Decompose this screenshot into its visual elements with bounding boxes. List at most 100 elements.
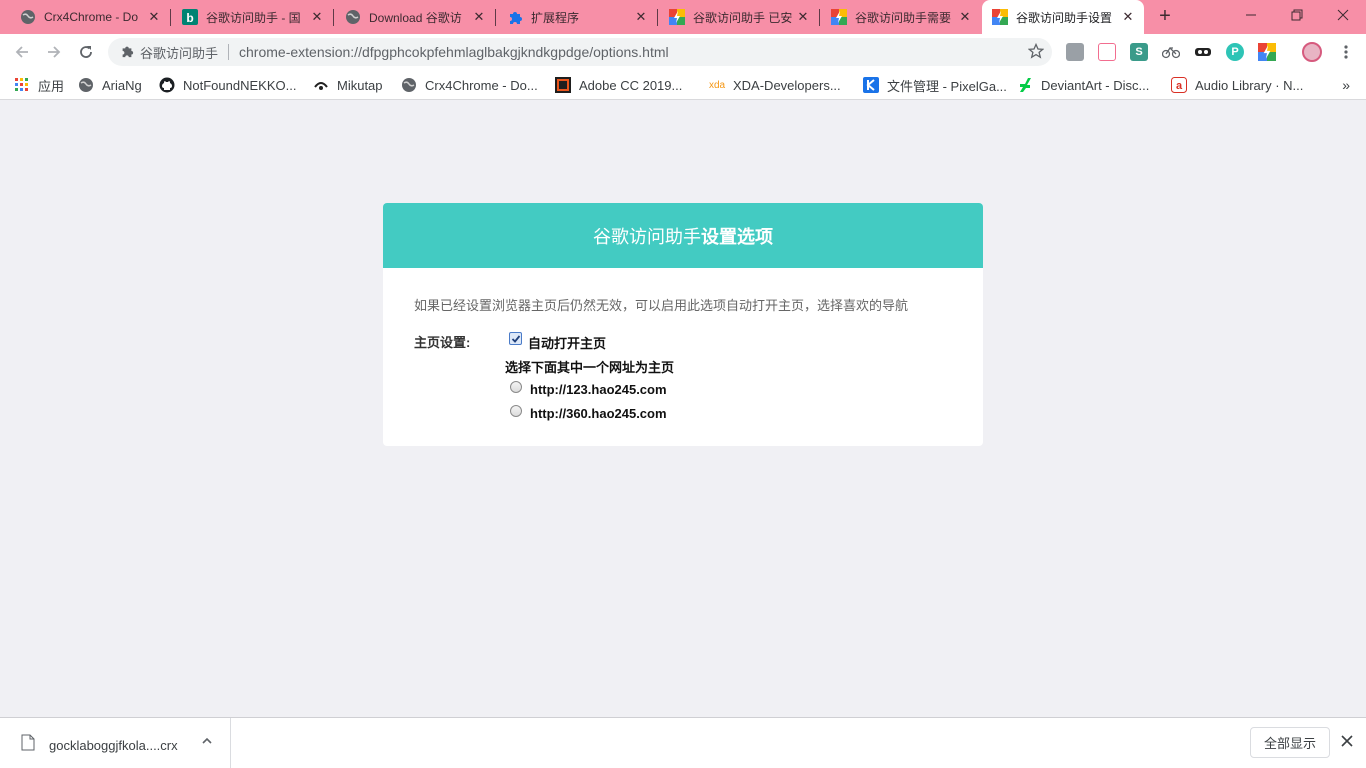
extension-toolbar-icon[interactable] [1066, 43, 1084, 61]
bookmark-label: 应用 [38, 78, 65, 94]
extension-mask-icon[interactable] [1194, 43, 1212, 61]
globe-icon [345, 9, 361, 25]
tab-title: 扩展程序 [531, 10, 580, 25]
bookmark-xda[interactable]: xda XDA-Developers... [709, 76, 841, 94]
tab-strip: Crx4Chrome - Do ✕ b 谷歌访问助手 - 国 ✕ Downloa… [0, 0, 1366, 34]
extension-p-icon[interactable]: P [1226, 43, 1244, 61]
bookmark-label: Crx4Chrome - Do... [425, 77, 538, 93]
close-icon[interactable]: ✕ [795, 9, 811, 25]
helper-icon [669, 9, 685, 25]
auto-open-label[interactable]: 自动打开主页 [528, 333, 606, 352]
github-icon [159, 77, 175, 93]
tab-crx4chrome[interactable]: Crx4Chrome - Do ✕ [0, 0, 171, 34]
bookmark-adobe[interactable]: Adobe CC 2019... [555, 76, 682, 94]
options-header: 谷歌访问助手 设置选项 [383, 203, 983, 268]
adobe-icon [555, 77, 571, 93]
forward-button[interactable] [42, 40, 66, 64]
bookmark-crx4chrome[interactable]: Crx4Chrome - Do... [401, 76, 538, 94]
extension-s-icon[interactable]: S [1130, 43, 1148, 61]
close-icon[interactable]: ✕ [471, 9, 487, 25]
bookmarks-overflow-button[interactable]: » [1342, 77, 1350, 93]
minimize-icon [1246, 14, 1256, 16]
close-window-button[interactable] [1320, 0, 1366, 30]
download-filename: gocklaboggjfkola....crx [49, 738, 178, 753]
bookmark-label: DeviantArt - Disc... [1041, 77, 1150, 93]
download-item[interactable]: gocklaboggjfkola....crx [0, 718, 231, 768]
options-panel: 谷歌访问助手 设置选项 如果已经设置浏览器主页后仍然无效，可以启用此选项自动打开主… [383, 203, 983, 446]
header-title-bold: 设置选项 [701, 226, 773, 247]
close-icon[interactable]: ✕ [957, 9, 973, 25]
choose-homepage-label: 选择下面其中一个网址为主页 [505, 360, 675, 375]
extension-helper-icon[interactable] [1258, 43, 1276, 61]
more-vert-icon [1344, 45, 1348, 59]
close-icon[interactable]: ✕ [633, 9, 649, 25]
bookmark-label: NotFoundNEKKO... [183, 77, 297, 93]
homepage-radio-123[interactable] [510, 381, 522, 393]
bookmark-label: AriaNg [102, 77, 142, 93]
globe-icon [20, 9, 36, 25]
profile-avatar[interactable] [1302, 42, 1322, 62]
reload-icon [80, 46, 92, 58]
globe-icon [78, 77, 94, 93]
helper-icon [831, 9, 847, 25]
show-all-downloads-button[interactable]: 全部显示 [1250, 727, 1330, 758]
homepage-option-label[interactable]: http://123.hao245.com [530, 382, 667, 397]
tab-helper-settings[interactable]: 谷歌访问助手设置 ✕ [982, 0, 1144, 34]
bookmark-audio-library[interactable]: a Audio Library · N... [1171, 76, 1303, 94]
tab-title: 谷歌访问助手 已安 [693, 10, 793, 25]
extension-bilibili-icon[interactable] [1098, 43, 1116, 61]
tab-title: Download 谷歌访 [369, 10, 462, 25]
chevron-up-icon[interactable] [200, 734, 214, 751]
mikutap-icon [313, 77, 329, 93]
close-icon[interactable] [1340, 734, 1354, 751]
svg-text:a: a [1176, 80, 1183, 92]
divider [228, 44, 230, 60]
bookmarks-bar: 应用 AriaNg NotFoundNEKKO... Mikutap Crx4C… [0, 70, 1366, 100]
bookmark-github[interactable]: NotFoundNEKKO... [159, 76, 296, 94]
bookmark-pixelgame[interactable]: 文件管理 - PixelGa... [863, 76, 1007, 94]
minimize-button[interactable] [1228, 0, 1274, 30]
url-text[interactable]: chrome-extension://dfpgphcokpfehmlaglbak… [239, 44, 669, 60]
extension-bike-icon[interactable] [1162, 43, 1180, 61]
file-icon [21, 734, 35, 754]
close-icon[interactable]: ✕ [309, 9, 325, 25]
arrow-left-icon [15, 46, 28, 58]
auto-open-checkbox[interactable] [509, 332, 522, 345]
bookmark-apps[interactable]: 应用 [14, 76, 64, 94]
apps-icon [14, 77, 30, 93]
bing-icon: b [182, 9, 198, 25]
back-button[interactable] [10, 40, 34, 64]
tab-title: 谷歌访问助手设置 [1016, 10, 1113, 25]
checkmark-icon [511, 334, 520, 343]
restore-button[interactable] [1274, 0, 1320, 30]
homepage-setting-label: 主页设置: [414, 335, 471, 350]
homepage-radio-360[interactable] [510, 405, 522, 417]
tab-bing[interactable]: b 谷歌访问助手 - 国 ✕ [170, 0, 334, 34]
homepage-option-label[interactable]: http://360.hao245.com [530, 406, 667, 421]
bookmark-star-icon[interactable] [1027, 42, 1045, 62]
bookmark-ariang[interactable]: AriaNg [78, 76, 142, 94]
tab-helper-required[interactable]: 谷歌访问助手需要 ✕ [819, 0, 981, 34]
tab-download[interactable]: Download 谷歌访 ✕ [333, 0, 496, 34]
new-tab-button[interactable]: + [1154, 5, 1176, 27]
reload-button[interactable] [74, 40, 98, 64]
close-icon[interactable]: ✕ [1120, 9, 1136, 25]
download-shelf: gocklaboggjfkola....crx 全部显示 [0, 717, 1366, 768]
close-icon[interactable]: ✕ [146, 9, 162, 25]
svg-text:b: b [186, 11, 193, 25]
xda-icon: xda [708, 79, 726, 91]
puzzle-icon [507, 9, 523, 25]
address-bar[interactable]: 谷歌访问助手 chrome-extension://dfpgphcokpfehm… [108, 38, 1052, 66]
bookmark-label: Adobe CC 2019... [579, 77, 683, 93]
bookmark-label: 文件管理 - PixelGa... [887, 78, 1007, 94]
tab-helper-installed[interactable]: 谷歌访问助手 已安 ✕ [657, 0, 820, 34]
tab-title: Crx4Chrome - Do [44, 10, 139, 24]
bookmark-mikutap[interactable]: Mikutap [313, 76, 383, 94]
menu-button[interactable] [1334, 40, 1358, 64]
bookmark-deviantart[interactable]: DeviantArt - Disc... [1017, 76, 1149, 94]
deviantart-icon [1017, 77, 1033, 93]
bookmark-label: XDA-Developers... [733, 77, 841, 93]
puzzle-icon [120, 44, 134, 61]
extension-origin-label: 谷歌访问助手 [140, 45, 219, 61]
tab-extensions[interactable]: 扩展程序 ✕ [495, 0, 658, 34]
